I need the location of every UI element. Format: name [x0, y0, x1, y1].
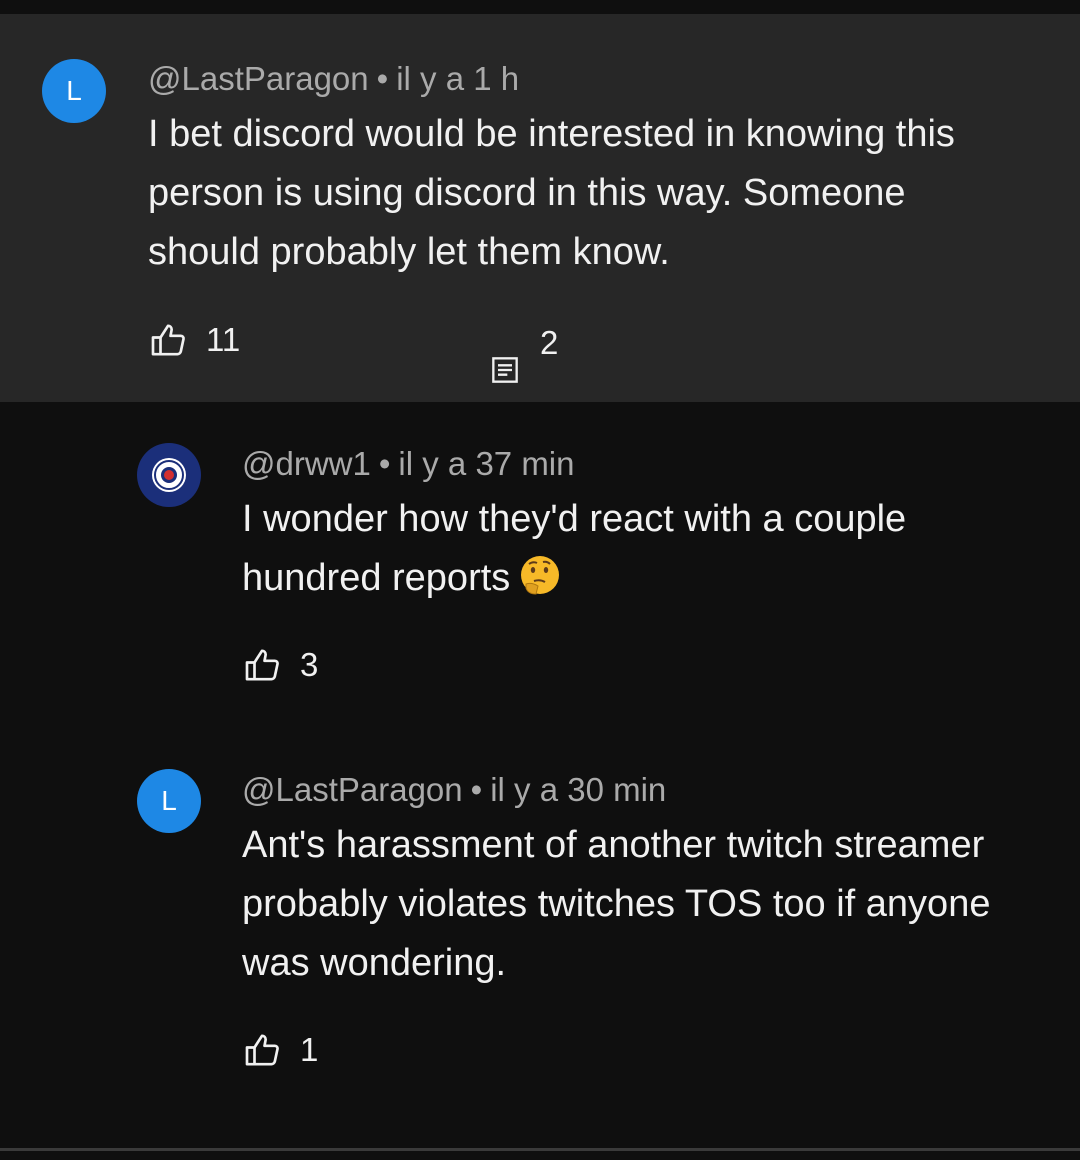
thumbs-up-icon: [245, 649, 279, 681]
meta-separator: •: [378, 445, 391, 482]
avatar-letter: L: [66, 75, 82, 106]
like-button[interactable]: 1: [242, 1030, 318, 1070]
comment-text: I wonder how they'd react with a couple …: [242, 498, 907, 599]
rangers-crest-icon: [152, 458, 186, 492]
reply-count[interactable]: 2: [540, 324, 558, 362]
like-count: 11: [206, 321, 241, 358]
comment-icon[interactable]: [491, 356, 519, 384]
meta-separator: •: [470, 771, 483, 808]
avatar[interactable]: L: [137, 769, 201, 833]
avatar[interactable]: [137, 443, 201, 507]
thumbs-up-icon: [245, 1034, 279, 1066]
comment-text: I bet discord would be interested in kno…: [148, 113, 955, 273]
thinking-face-emoji: [521, 556, 560, 595]
like-count: 1: [300, 1031, 319, 1068]
comment-timestamp[interactable]: il y a 1 h: [396, 60, 519, 97]
like-count: 3: [300, 646, 319, 683]
meta-separator: •: [376, 60, 389, 97]
avatar[interactable]: L: [42, 59, 106, 123]
avatar-letter: L: [161, 785, 177, 816]
comment-meta: @LastParagon • il y a 30 min: [242, 771, 666, 809]
comment-timestamp[interactable]: il y a 37 min: [398, 445, 574, 482]
author-handle[interactable]: @drww1: [242, 445, 371, 482]
comment-text: Ant's harassment of another twitch strea…: [242, 824, 991, 984]
author-handle[interactable]: @LastParagon: [242, 771, 463, 808]
comment-text-block: I wonder how they'd react with a couple …: [242, 490, 1022, 608]
comment-meta: @drww1 • il y a 37 min: [242, 445, 575, 483]
author-handle[interactable]: @LastParagon: [148, 60, 369, 97]
comment-meta: @LastParagon • il y a 1 h: [148, 60, 519, 98]
like-button[interactable]: 11: [148, 320, 240, 360]
comment-timestamp[interactable]: il y a 30 min: [490, 771, 666, 808]
like-button[interactable]: 3: [242, 645, 318, 685]
top-strip: [0, 0, 1080, 14]
thumbs-up-icon: [151, 324, 185, 356]
divider: [0, 1148, 1080, 1151]
